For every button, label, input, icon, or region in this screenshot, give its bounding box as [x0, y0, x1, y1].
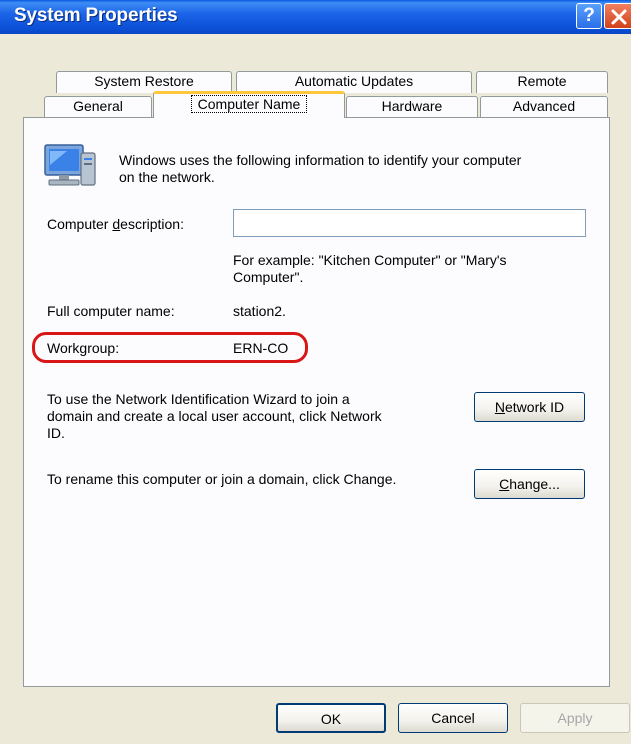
intro-line: on the network. [119, 169, 215, 185]
help-button[interactable]: ? [576, 3, 602, 29]
tab-label: Remote [517, 73, 567, 89]
accelerator-key: N [494, 399, 505, 415]
workgroup-highlight-ring [32, 332, 308, 363]
system-properties-window: System Properties ? System Restore Autom… [0, 0, 631, 744]
ok-button[interactable]: OK [276, 703, 386, 733]
tab-label: Automatic Updates [294, 73, 414, 89]
button-label: etwork ID [505, 399, 565, 415]
example-text: For example: "Kitchen Computer" or "Mary… [233, 252, 507, 286]
tab-automatic-updates[interactable]: Automatic Updates [236, 71, 472, 93]
tab-general[interactable]: General [44, 96, 152, 118]
close-button[interactable] [604, 3, 631, 29]
cancel-button[interactable]: Cancel [398, 703, 508, 733]
computer-description-input[interactable] [233, 209, 586, 237]
computer-icon [44, 144, 96, 186]
label-part: escription: [120, 216, 184, 232]
example-line: Computer". [233, 269, 304, 285]
window-title: System Properties [14, 5, 178, 26]
accelerator-key: C [499, 476, 510, 492]
label-part: Computer [47, 216, 113, 232]
accelerator-key: d [112, 216, 121, 232]
example-line: For example: "Kitchen Computer" or "Mary… [233, 252, 507, 268]
tab-system-restore[interactable]: System Restore [56, 71, 232, 93]
apply-button[interactable]: Apply [520, 703, 630, 733]
tab-label: Hardware [381, 98, 443, 114]
description-label: Computer description: [47, 216, 184, 233]
question-mark-icon: ? [583, 5, 595, 26]
intro-text: Windows uses the following information t… [119, 152, 521, 186]
rename-instructions: To rename this computer or join a domain… [47, 471, 397, 487]
title-bar[interactable]: System Properties ? [0, 0, 631, 34]
instruction-line: To use the Network Identification Wizard… [47, 391, 350, 407]
tab-hardware[interactable]: Hardware [346, 96, 478, 118]
button-label: hange... [509, 476, 560, 492]
tab-label: System Restore [94, 73, 194, 89]
close-icon [611, 9, 627, 25]
tab-computer-name[interactable]: Computer Name [153, 91, 345, 118]
full-computer-name-label: Full computer name: [47, 303, 175, 319]
intro-line: Windows uses the following information t… [119, 152, 522, 168]
instruction-line: domain and create a local user account, … [47, 408, 382, 424]
tab-remote[interactable]: Remote [476, 71, 608, 93]
tab-advanced[interactable]: Advanced [480, 96, 608, 118]
network-id-instructions: To use the Network Identification Wizard… [47, 391, 382, 442]
tab-label: Computer Name [190, 95, 308, 113]
change-button[interactable]: Change... [474, 469, 585, 499]
full-computer-name-value: station2. [233, 303, 286, 319]
tab-label: General [73, 98, 123, 114]
instruction-line: ID. [47, 425, 65, 441]
network-id-button[interactable]: Network ID [474, 392, 585, 422]
tab-label: Advanced [512, 98, 576, 114]
